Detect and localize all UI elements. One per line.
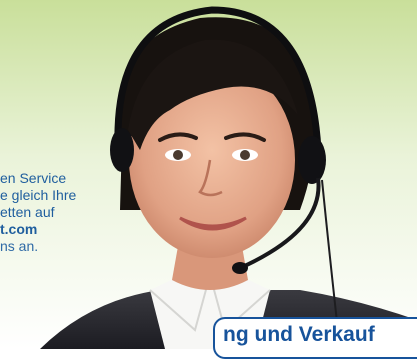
promo-line-1: en Service (0, 170, 67, 186)
sales-banner-text: ng und Verkauf (223, 323, 375, 346)
sales-banner: ng und Verkauf (213, 317, 417, 359)
promo-text: en Service e gleich Ihre etten auf t.com… (0, 170, 76, 255)
promo-link-text: t.com (0, 221, 38, 237)
promo-line-3: etten auf (0, 204, 55, 220)
headset-mic (232, 262, 248, 274)
headset-earpiece-right (298, 136, 326, 184)
promo-line-5: ns an. (0, 238, 39, 254)
promo-line-2: e gleich Ihre (0, 187, 77, 203)
headset-earpiece-left (110, 128, 134, 172)
